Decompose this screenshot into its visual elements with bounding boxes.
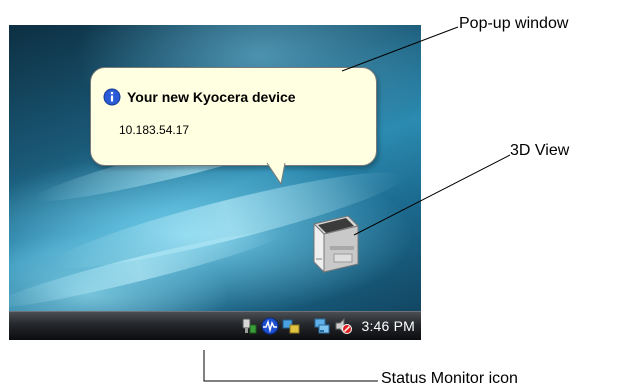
callout-status-monitor-label: Status Monitor icon bbox=[381, 370, 518, 387]
callout-popup-window-label: Pop-up window bbox=[459, 15, 569, 32]
callout-lines bbox=[203, 26, 511, 382]
callout-3d-view-label: 3D View bbox=[510, 142, 570, 159]
